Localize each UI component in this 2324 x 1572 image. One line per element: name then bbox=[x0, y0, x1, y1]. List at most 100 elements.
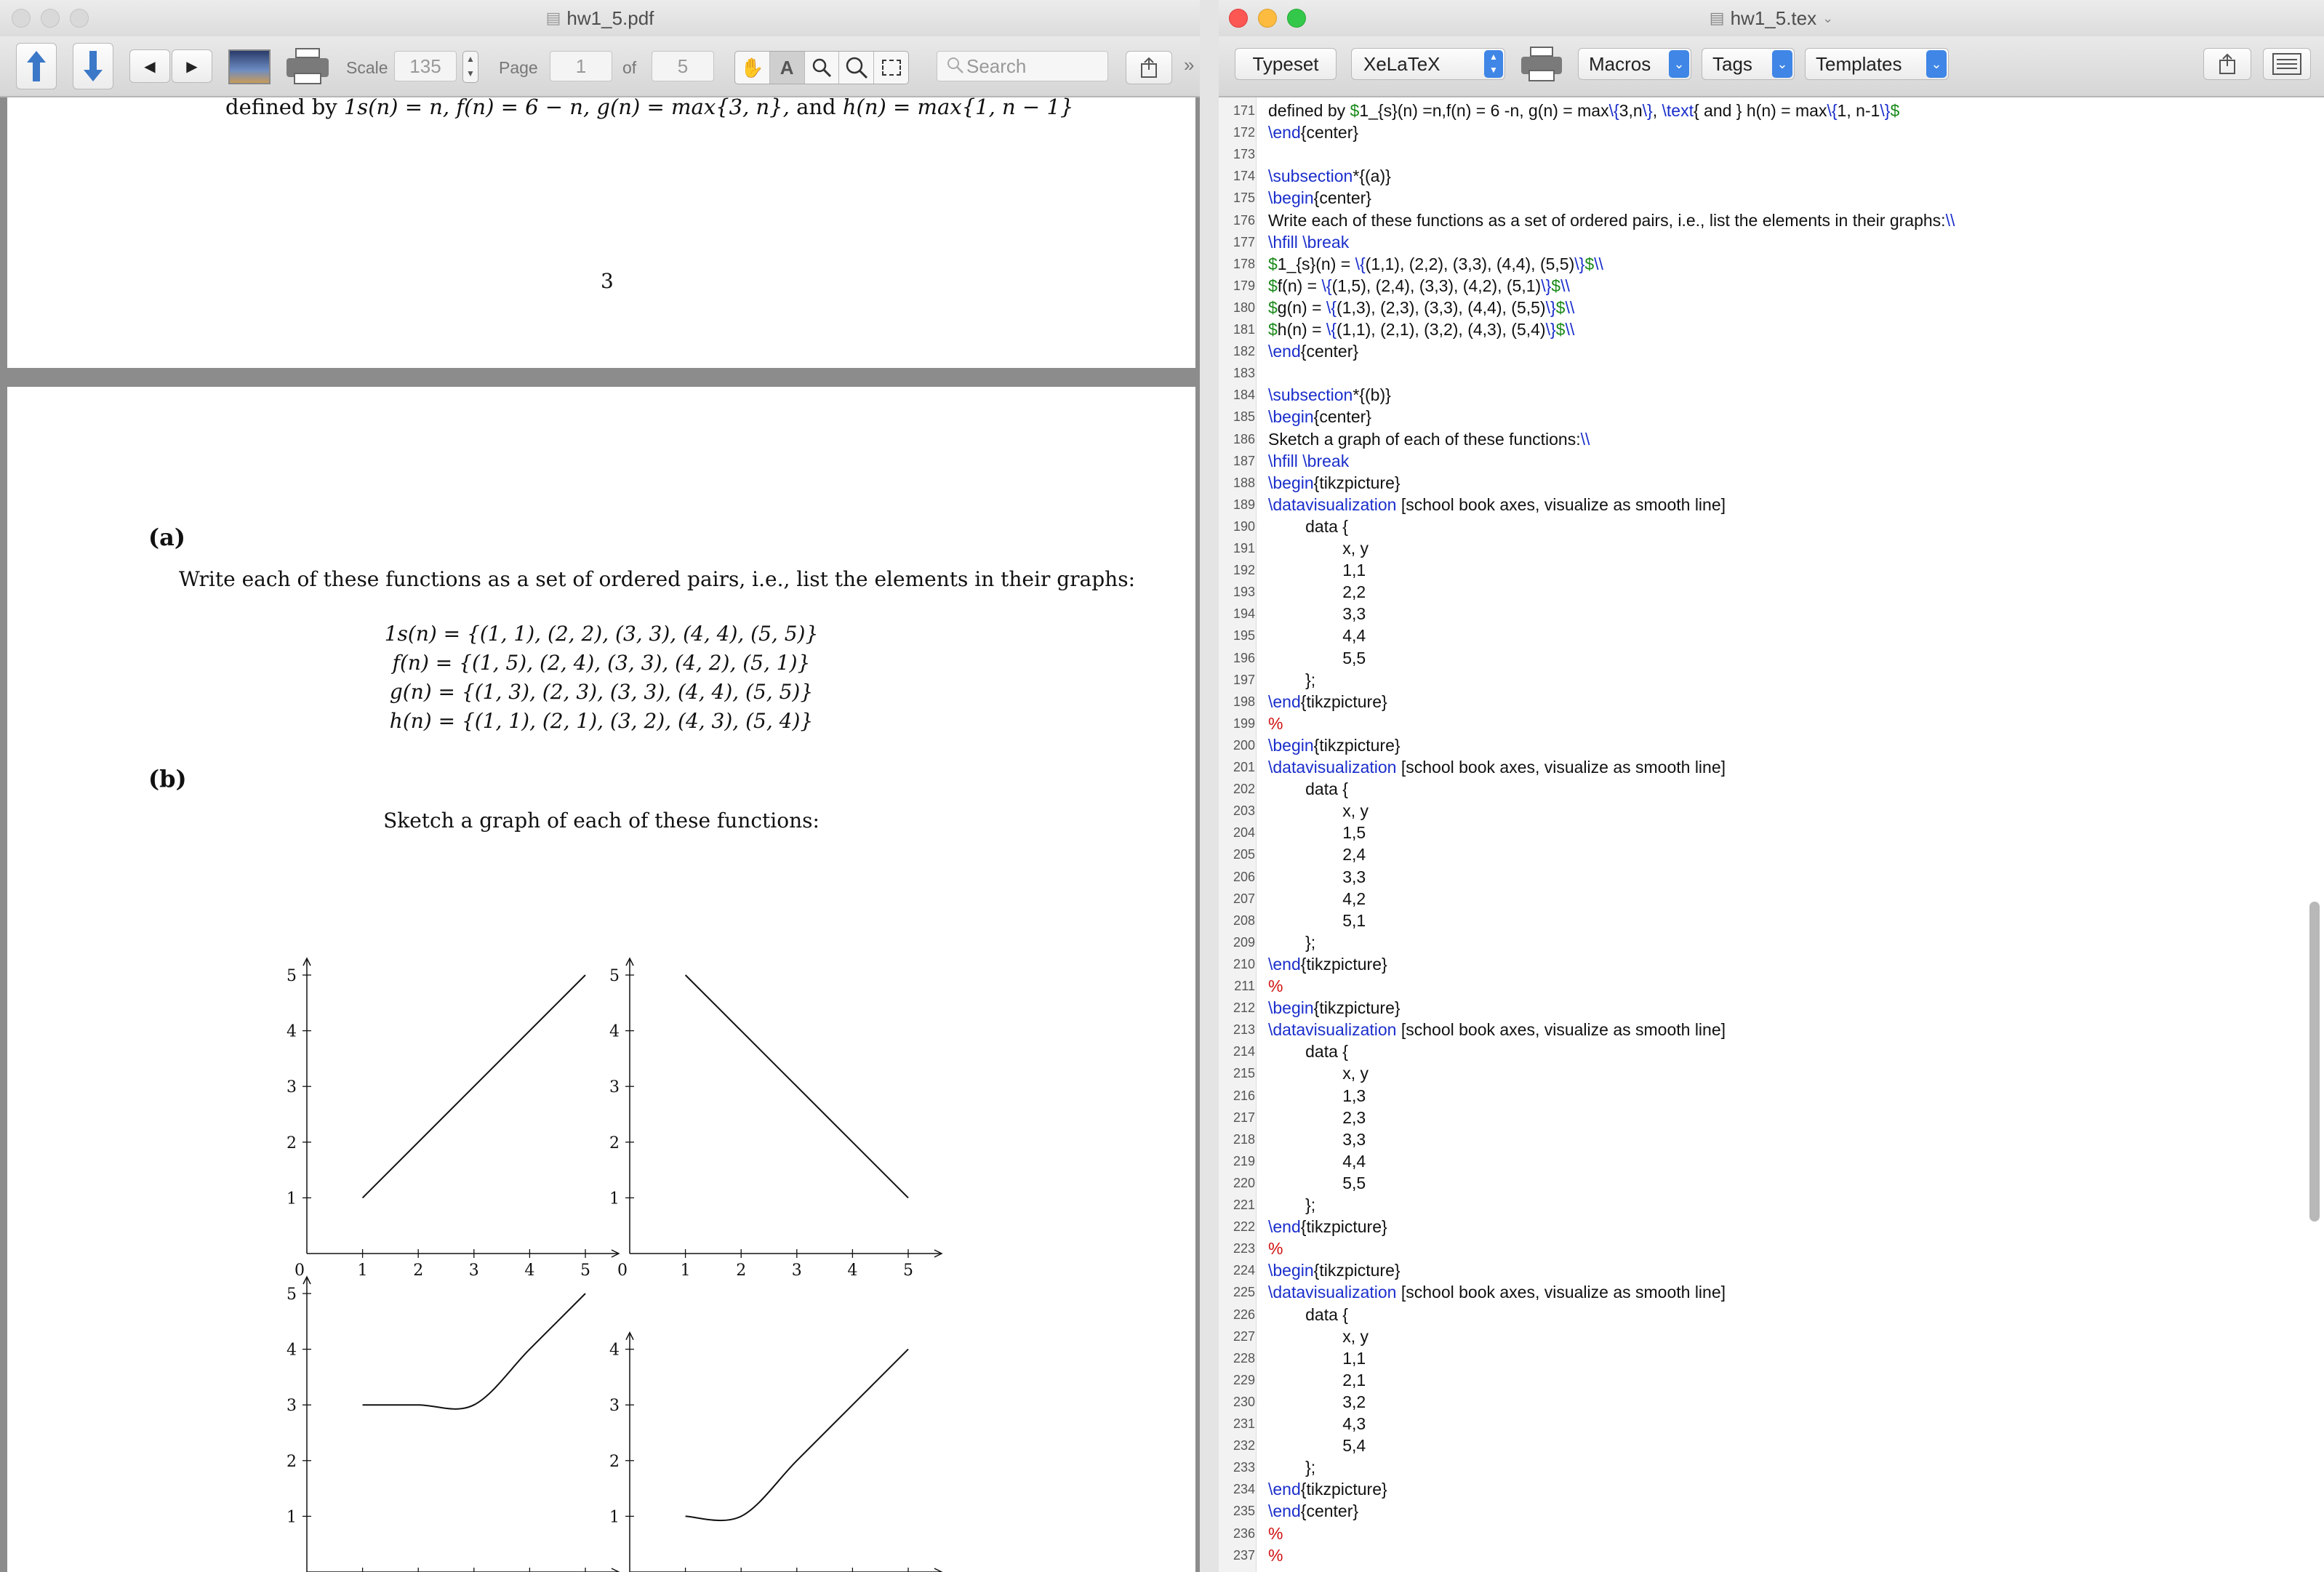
code-line[interactable]: 5,5 bbox=[1268, 649, 1366, 668]
code-line[interactable]: Sketch a graph of each of these function… bbox=[1268, 430, 1590, 449]
code-line[interactable]: x, y bbox=[1268, 801, 1369, 821]
code-line[interactable]: $1_{s}(n) = \{(1,1), (2,2), (3,3), (4,4)… bbox=[1268, 254, 1603, 274]
engine-select[interactable]: XeLaTeX ▲ ▼ bbox=[1351, 48, 1505, 80]
code-line[interactable]: \end{tikzpicture} bbox=[1268, 1480, 1387, 1499]
select-tool-icon[interactable] bbox=[874, 52, 908, 84]
down-arrow-button[interactable] bbox=[73, 43, 113, 89]
code-line[interactable]: x, y bbox=[1268, 1327, 1369, 1347]
code-line[interactable]: 5,4 bbox=[1268, 1436, 1366, 1456]
code-line[interactable]: 1,5 bbox=[1268, 823, 1366, 843]
editor-scrollbar[interactable] bbox=[2309, 902, 2320, 1222]
code-line[interactable]: \subsection*{(a)} bbox=[1268, 167, 1391, 186]
code-line[interactable]: \datavisualization [school book axes, vi… bbox=[1268, 495, 1726, 515]
zoom-tool-icon[interactable] bbox=[839, 52, 875, 84]
code-line[interactable]: \end{tikzpicture} bbox=[1268, 955, 1387, 974]
typeset-button[interactable]: Typeset bbox=[1235, 48, 1337, 80]
prev-page-button[interactable]: ◀ bbox=[129, 49, 170, 83]
code-line[interactable]: 3,2 bbox=[1268, 1392, 1366, 1412]
chevron-down-icon[interactable]: ⌄ bbox=[1822, 11, 1833, 26]
code-line[interactable]: 4,3 bbox=[1268, 1414, 1366, 1434]
code-line[interactable]: $g(n) = \{(1,3), (2,3), (3,3), (4,4), (5… bbox=[1268, 298, 1574, 318]
code-line[interactable]: \end{center} bbox=[1268, 342, 1358, 361]
scale-stepper[interactable]: ▲ ▼ bbox=[462, 51, 478, 83]
code-line[interactable]: % bbox=[1268, 1524, 1283, 1544]
share-button[interactable] bbox=[1126, 51, 1172, 84]
code-line[interactable]: data { bbox=[1268, 1042, 1348, 1062]
minimize-button[interactable] bbox=[1258, 9, 1277, 28]
code-line[interactable]: 2,4 bbox=[1268, 845, 1366, 865]
code-line[interactable]: \begin{center} bbox=[1268, 188, 1371, 208]
code-line[interactable]: Write each of these functions as a set o… bbox=[1268, 211, 1955, 230]
close-button[interactable] bbox=[1229, 9, 1248, 28]
code-line[interactable]: 2,1 bbox=[1268, 1371, 1366, 1390]
code-line[interactable]: \begin{tikzpicture} bbox=[1268, 736, 1401, 755]
code-line[interactable]: \begin{tikzpicture} bbox=[1268, 1261, 1401, 1280]
preview-thumbnail-icon[interactable] bbox=[228, 49, 271, 84]
templates-menu[interactable]: Templates ⌄ bbox=[1805, 48, 1949, 80]
code-line[interactable]: 3,3 bbox=[1268, 1130, 1366, 1150]
macros-menu[interactable]: Macros ⌄ bbox=[1578, 48, 1691, 80]
code-line[interactable]: \begin{tikzpicture} bbox=[1268, 998, 1401, 1018]
code-line[interactable]: \end{center} bbox=[1268, 1501, 1358, 1521]
code-line[interactable]: }; bbox=[1268, 933, 1315, 953]
code-line[interactable]: data { bbox=[1268, 779, 1348, 799]
code-line[interactable]: }; bbox=[1268, 1195, 1315, 1215]
code-line[interactable]: data { bbox=[1268, 517, 1348, 537]
code-line[interactable]: }; bbox=[1268, 670, 1315, 690]
text-tool-icon[interactable]: A bbox=[769, 52, 805, 84]
code-line[interactable]: \end{tikzpicture} bbox=[1268, 692, 1387, 712]
up-arrow-button[interactable] bbox=[16, 43, 57, 89]
tags-menu[interactable]: Tags ⌄ bbox=[1702, 48, 1795, 80]
sidebar-toggle-button[interactable] bbox=[2263, 48, 2311, 80]
code-line[interactable]: 5,5 bbox=[1268, 1174, 1366, 1193]
share-button[interactable] bbox=[2203, 48, 2251, 80]
code-line[interactable]: 4,4 bbox=[1268, 1152, 1366, 1171]
code-line[interactable]: \subsection*{(b)} bbox=[1268, 385, 1391, 405]
code-line[interactable]: x, y bbox=[1268, 1064, 1369, 1083]
zoom-button[interactable] bbox=[1287, 9, 1306, 28]
source-editor[interactable]: 171 172 173 174 175 176 177 178 179 180 181 182 183 1… bbox=[1219, 97, 2324, 1572]
code-line[interactable]: \end{tikzpicture} bbox=[1268, 1217, 1387, 1237]
code-line[interactable]: 2,3 bbox=[1268, 1108, 1366, 1128]
code-line[interactable]: % bbox=[1268, 1546, 1283, 1565]
code-line[interactable]: 1,1 bbox=[1268, 561, 1366, 580]
code-line[interactable]: \datavisualization [school book axes, vi… bbox=[1268, 1283, 1726, 1302]
code-line[interactable]: data { bbox=[1268, 1305, 1348, 1325]
code-line[interactable]: % bbox=[1268, 977, 1283, 996]
code-line[interactable]: $f(n) = \{(1,5), (2,4), (3,3), (4,2), (5… bbox=[1268, 276, 1570, 296]
code-line[interactable]: 1,3 bbox=[1268, 1086, 1366, 1106]
code-line[interactable]: \datavisualization [school book axes, vi… bbox=[1268, 758, 1726, 777]
code-line[interactable]: % bbox=[1268, 714, 1283, 734]
code-line[interactable]: 4,4 bbox=[1268, 626, 1366, 646]
code-line[interactable]: 5,1 bbox=[1268, 911, 1366, 931]
code-line[interactable]: \end{center} bbox=[1268, 123, 1358, 143]
search-input[interactable]: Search bbox=[937, 51, 1108, 81]
code-line[interactable]: 3,3 bbox=[1268, 867, 1366, 887]
code-line[interactable]: x, y bbox=[1268, 539, 1369, 558]
code-line[interactable]: \hfill \break bbox=[1268, 452, 1349, 471]
code-line[interactable]: 4,2 bbox=[1268, 889, 1366, 909]
page-input[interactable]: 1 bbox=[550, 51, 612, 81]
code-line[interactable]: 2,2 bbox=[1268, 582, 1366, 602]
scale-input[interactable]: 135 bbox=[394, 51, 457, 81]
next-page-button[interactable]: ▶ bbox=[172, 49, 212, 83]
code-line[interactable]: 3,3 bbox=[1268, 604, 1366, 624]
close-button[interactable] bbox=[12, 9, 31, 28]
printer-icon[interactable] bbox=[287, 48, 329, 86]
hand-tool-icon[interactable]: ✋ bbox=[735, 52, 770, 84]
code-line[interactable]: \begin{center} bbox=[1268, 407, 1371, 427]
pdf-document-view[interactable]: defined by 1s(n) = n, f(n) = 6 − n, g(n)… bbox=[7, 97, 1195, 1572]
zoom-button[interactable] bbox=[70, 9, 89, 28]
magnify-tool-icon[interactable] bbox=[805, 52, 840, 84]
code-line[interactable]: % bbox=[1268, 1239, 1283, 1259]
code-line[interactable]: }; bbox=[1268, 1458, 1315, 1477]
code-line[interactable]: \begin{tikzpicture} bbox=[1268, 473, 1401, 493]
code-line[interactable]: \hfill \break bbox=[1268, 233, 1349, 252]
code-line[interactable]: \datavisualization [school book axes, vi… bbox=[1268, 1020, 1726, 1040]
printer-icon[interactable] bbox=[1521, 47, 1562, 84]
code-line[interactable]: $h(n) = \{(1,1), (2,1), (3,2), (4,3), (5… bbox=[1268, 320, 1574, 340]
code-line[interactable]: defined by $1_{s}(n) =n,f(n) = 6 -n, g(n… bbox=[1268, 101, 1899, 121]
minimize-button[interactable] bbox=[41, 9, 60, 28]
code-line[interactable]: 1,1 bbox=[1268, 1349, 1366, 1368]
overflow-chevron-icon[interactable]: » bbox=[1184, 54, 1194, 76]
